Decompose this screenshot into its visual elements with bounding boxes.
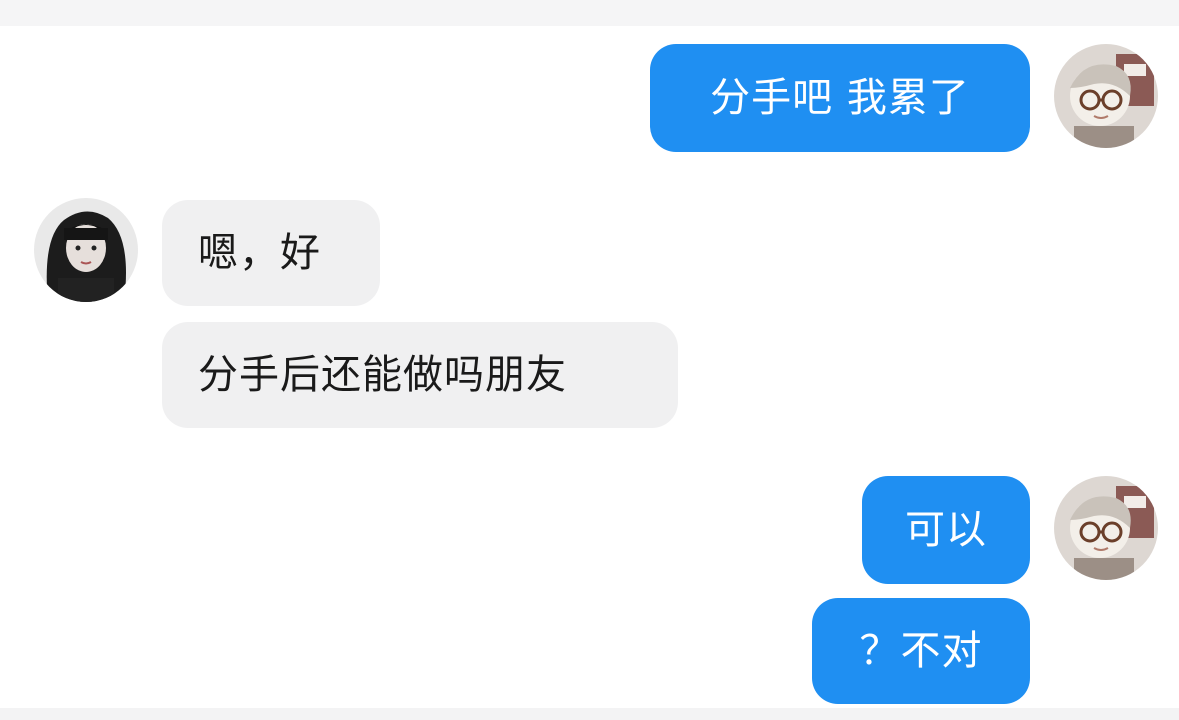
bottom-bar-strip — [0, 708, 1179, 720]
my-avatar-icon[interactable] — [1054, 44, 1158, 148]
my-avatar-icon[interactable] — [1054, 476, 1158, 580]
other-avatar-icon[interactable] — [34, 198, 138, 302]
top-bar-strip — [0, 0, 1179, 26]
message-text: ？不对 — [859, 628, 983, 674]
message-bubble-received[interactable]: 分手后还能做吗朋友 — [162, 322, 678, 428]
message-text: 分手吧 我累了 — [710, 75, 970, 121]
message-text: 可以 — [905, 507, 987, 553]
message-bubble-sent[interactable]: ？不对 — [812, 598, 1030, 704]
message-text: 嗯，好 — [198, 230, 321, 276]
message-bubble-received[interactable]: 嗯，好 — [162, 200, 380, 306]
message-text: 分手后还能做吗朋友 — [198, 352, 567, 398]
message-bubble-sent[interactable]: 可以 — [862, 476, 1030, 584]
message-bubble-sent[interactable]: 分手吧 我累了 — [650, 44, 1030, 152]
